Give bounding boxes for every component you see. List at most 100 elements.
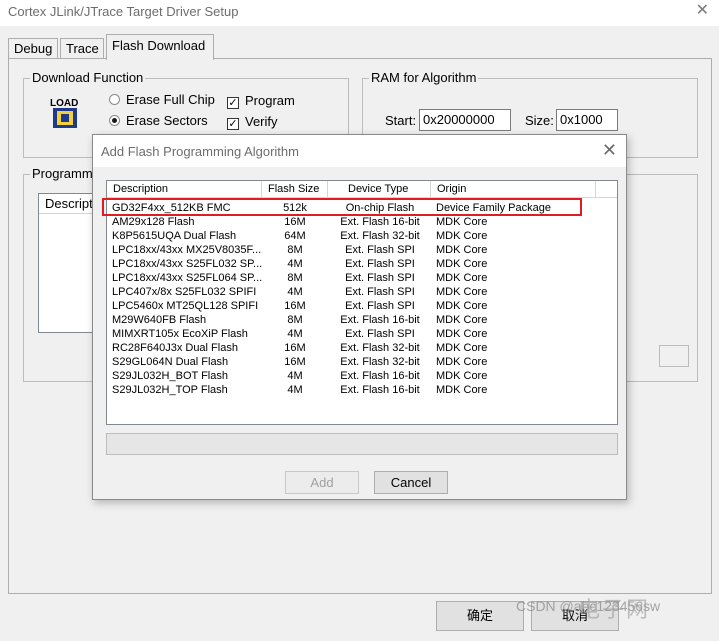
algorithm-row[interactable]: AM29x128 Flash 16M Ext. Flash 16-bit MDK Co…: [107, 215, 617, 229]
verify-label: Verify: [245, 114, 278, 129]
column-flash-size[interactable]: Flash Size: [262, 181, 328, 198]
cell-description: K8P5615UQA Dual Flash: [112, 230, 237, 242]
algorithm-list[interactable]: Description Flash Size Device Type Origi…: [106, 180, 618, 425]
cell-description: RC28F640J3x Dual Flash: [112, 342, 238, 354]
cell-device-type: Ext. Flash SPI: [345, 328, 415, 340]
ram-start-field[interactable]: 0x20000000: [419, 109, 511, 131]
cell-flash-size: 4M: [287, 258, 303, 270]
cell-description: MIMXRT105x EcoXiP Flash: [112, 328, 248, 340]
cell-description: LPC407x/8x S25FL032 SPIFI: [112, 286, 257, 298]
programming-side-field: [659, 345, 689, 367]
cell-flash-size: 4M: [287, 328, 303, 340]
highlight-box: [102, 198, 582, 216]
cell-flash-size: 16M: [284, 342, 306, 354]
algorithm-row[interactable]: RC28F640J3x Dual Flash 16M Ext. Flash 32-b…: [107, 341, 617, 355]
program-label: Program: [245, 93, 295, 108]
cell-origin: MDK Core: [436, 328, 488, 340]
cell-description: LPC18xx/43xx MX25V8035F...: [112, 244, 262, 256]
algorithm-row[interactable]: LPC5460x MT25QL128 SPIFI 16M Ext. Flash SP…: [107, 299, 617, 313]
cell-description: LPC18xx/43xx S25FL032 SP...: [112, 258, 262, 270]
cell-origin: MDK Core: [436, 258, 488, 270]
ram-size-field[interactable]: 0x1000: [556, 109, 618, 131]
load-icon-text: LOAD: [50, 98, 78, 109]
cell-device-type: Ext. Flash 32-bit: [340, 356, 420, 368]
cell-origin: MDK Core: [436, 272, 488, 284]
algorithm-row[interactable]: LPC18xx/43xx S25FL032 SP... 4M Ext. Flash …: [107, 257, 617, 271]
radio-off-icon: [109, 94, 120, 105]
algorithm-row[interactable]: MIMXRT105x EcoXiP Flash 4M Ext. Flash SPI M…: [107, 327, 617, 341]
cell-flash-size: 8M: [287, 244, 303, 256]
cell-origin: MDK Core: [436, 300, 488, 312]
column-device-type[interactable]: Device Type: [328, 181, 431, 198]
tab-flash-download[interactable]: Flash Download: [106, 34, 214, 60]
erase-full-chip-label: Erase Full Chip: [126, 92, 215, 107]
cell-flash-size: 16M: [284, 300, 306, 312]
watermark-logo: 电子网: [578, 597, 651, 622]
cell-device-type: Ext. Flash SPI: [345, 258, 415, 270]
cell-device-type: Ext. Flash 16-bit: [340, 384, 420, 396]
cell-origin: MDK Core: [436, 342, 488, 354]
cell-description: LPC5460x MT25QL128 SPIFI: [112, 300, 259, 312]
window-titlebar: Cortex JLink/JTrace Target Driver Setup …: [0, 0, 719, 26]
window-title: Cortex JLink/JTrace Target Driver Setup: [8, 4, 239, 19]
cell-device-type: Ext. Flash SPI: [345, 272, 415, 284]
cell-flash-size: 64M: [284, 230, 306, 242]
cell-description: AM29x128 Flash: [112, 216, 195, 228]
verify-checkbox[interactable]: ✓ Verify: [227, 114, 278, 130]
cell-flash-size: 16M: [284, 356, 306, 368]
check-icon: ✓: [227, 118, 239, 130]
ok-button[interactable]: 确定: [436, 601, 524, 631]
cell-flash-size: 4M: [287, 384, 303, 396]
programming-title: Programm: [30, 166, 95, 181]
cell-origin: MDK Core: [436, 356, 488, 368]
erase-sectors-radio[interactable]: Erase Sectors: [109, 113, 208, 128]
add-button[interactable]: Add: [285, 471, 359, 494]
cell-device-type: Ext. Flash 32-bit: [340, 342, 420, 354]
column-description[interactable]: Description: [107, 181, 262, 198]
algorithm-row[interactable]: LPC18xx/43xx MX25V8035F... 8M Ext. Flash S…: [107, 243, 617, 257]
cell-device-type: Ext. Flash 16-bit: [340, 370, 420, 382]
cell-origin: MDK Core: [436, 286, 488, 298]
cell-origin: MDK Core: [436, 314, 488, 326]
dialog-close-icon[interactable]: ✕: [602, 140, 617, 161]
dialog-title: Add Flash Programming Algorithm: [101, 144, 299, 159]
algorithm-row[interactable]: M29W640FB Flash 8M Ext. Flash 16-bit MDK Co…: [107, 313, 617, 327]
cell-flash-size: 4M: [287, 370, 303, 382]
cell-flash-size: 8M: [287, 314, 303, 326]
cell-device-type: Ext. Flash 16-bit: [340, 216, 420, 228]
algorithm-row[interactable]: S29JL032H_TOP Flash 4M Ext. Flash 16-bit MD…: [107, 383, 617, 397]
cell-device-type: Ext. Flash SPI: [345, 286, 415, 298]
cell-origin: MDK Core: [436, 370, 488, 382]
algorithm-row[interactable]: K8P5615UQA Dual Flash 64M Ext. Flash 32-bi…: [107, 229, 617, 243]
cell-flash-size: 8M: [287, 272, 303, 284]
check-icon: ✓: [227, 97, 239, 109]
erase-full-chip-radio[interactable]: Erase Full Chip: [109, 92, 215, 107]
cell-origin: MDK Core: [436, 216, 488, 228]
program-checkbox[interactable]: ✓ Program: [227, 93, 295, 109]
ram-start-label: Start:: [385, 113, 417, 128]
algorithm-list-header: Description Flash Size Device Type Origi…: [107, 181, 617, 198]
add-flash-algorithm-dialog: Add Flash Programming Algorithm ✕ Descri…: [92, 134, 627, 500]
algorithm-row[interactable]: S29GL064N Dual Flash 16M Ext. Flash 32-bit…: [107, 355, 617, 369]
cell-origin: MDK Core: [436, 244, 488, 256]
radio-on-icon: [109, 115, 120, 126]
ram-size-label: Size:: [525, 113, 554, 128]
column-origin[interactable]: Origin: [431, 181, 596, 198]
cell-device-type: Ext. Flash 16-bit: [340, 314, 420, 326]
algorithm-row[interactable]: S29JL032H_BOT Flash 4M Ext. Flash 16-bit MD…: [107, 369, 617, 383]
cell-flash-size: 16M: [284, 216, 306, 228]
window-close-icon[interactable]: ✕: [696, 0, 709, 20]
load-icon: LOAD: [49, 97, 81, 131]
algorithm-row[interactable]: LPC18xx/43xx S25FL064 SP... 8M Ext. Flash …: [107, 271, 617, 285]
cell-device-type: Ext. Flash 32-bit: [340, 230, 420, 242]
cell-description: S29JL032H_BOT Flash: [112, 370, 228, 382]
algorithm-row[interactable]: LPC407x/8x S25FL032 SPIFI 4M Ext. Flash SP…: [107, 285, 617, 299]
tab-debug[interactable]: Debug: [8, 38, 58, 59]
cell-description: S29JL032H_TOP Flash: [112, 384, 228, 396]
tab-trace[interactable]: Trace: [60, 38, 104, 59]
cell-description: M29W640FB Flash: [112, 314, 207, 326]
cell-device-type: Ext. Flash SPI: [345, 300, 415, 312]
cell-description: LPC18xx/43xx S25FL064 SP...: [112, 272, 262, 284]
cell-flash-size: 4M: [287, 286, 303, 298]
cancel-button[interactable]: Cancel: [374, 471, 448, 494]
